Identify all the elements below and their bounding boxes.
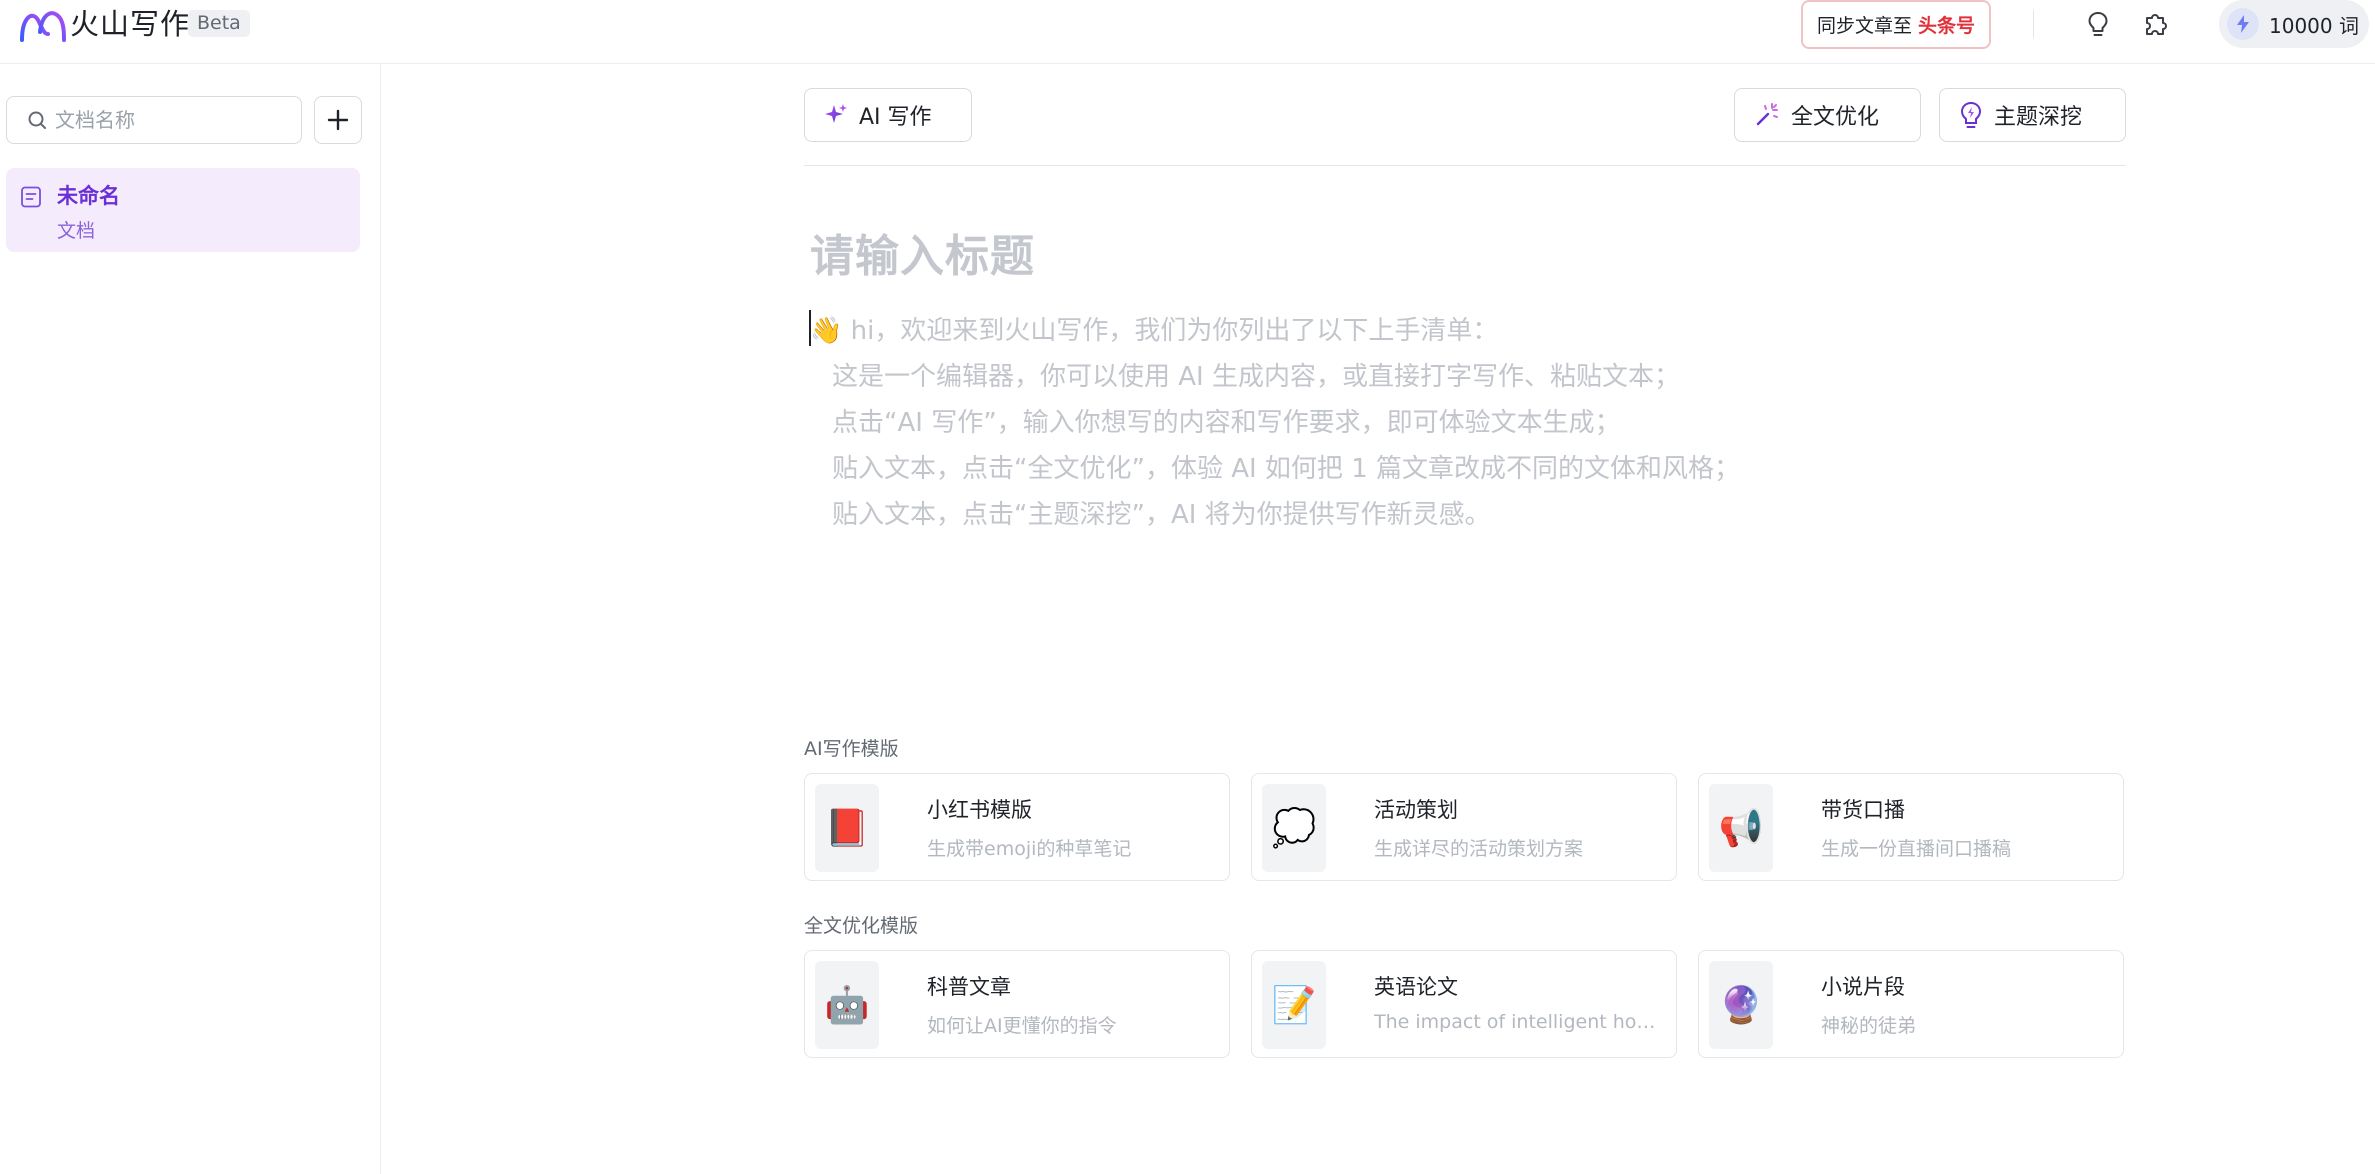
sync-to-toutiao-button[interactable]: 同步文章至 头条号 (1801, 0, 1991, 49)
editor-divider (804, 165, 2126, 166)
topic-dive-button[interactable]: 主题深挖 (1939, 88, 2126, 142)
lightning-icon (2227, 8, 2259, 40)
plus-icon (327, 109, 349, 131)
search-icon (28, 111, 46, 129)
doc-search-box[interactable] (6, 96, 302, 144)
optimize-template-section-label: 全文优化模版 (804, 915, 919, 937)
sync-prefix-label: 同步文章至 (1816, 15, 1912, 37)
doc-list-item[interactable]: 未命名 文档 (6, 168, 360, 252)
template-desc: 如何让AI更懂你的指令 (927, 1015, 1117, 1037)
ai-write-button[interactable]: AI 写作 (804, 88, 972, 142)
memo-icon: 📝 (1262, 961, 1326, 1049)
intro-greeting-text: hi，欢迎来到火山写作，我们为你列出了以下上手清单： (842, 316, 1499, 346)
megaphone-icon: 📢 (1709, 784, 1773, 872)
red-book-icon: 📕 (815, 784, 879, 872)
topic-dive-label: 主题深挖 (1994, 105, 2083, 130)
template-desc: 生成详尽的活动策划方案 (1374, 838, 1584, 860)
volcano-logo-icon (20, 11, 66, 42)
template-title: 活动策划 (1374, 798, 1458, 822)
template-card-novel-excerpt[interactable]: 🔮 小说片段 神秘的徒弟 (1698, 950, 2124, 1058)
full-optimize-label: 全文优化 (1791, 105, 1880, 130)
robot-icon: 🤖 (815, 961, 879, 1049)
sparkle-icon (825, 104, 847, 123)
intro-greeting[interactable]: 👋 hi，欢迎来到火山写作，我们为你列出了以下上手清单： (810, 310, 1498, 347)
ai-write-label: AI 写作 (859, 105, 932, 130)
doc-search-input[interactable] (55, 108, 285, 132)
header-divider (2033, 10, 2034, 38)
document-icon (21, 186, 41, 208)
crystal-ball-icon: 🔮 (1709, 961, 1773, 1049)
intro-item[interactable]: 这是一个编辑器，你可以使用 AI 生成内容，或直接打字写作、粘贴文本； (832, 356, 1680, 393)
full-optimize-button[interactable]: 全文优化 (1734, 88, 1921, 142)
doc-title: 未命名 (57, 184, 120, 208)
intro-item[interactable]: 贴入文本，点击“全文优化”，体验 AI 如何把 1 篇文章改成不同的文体和风格； (832, 448, 1740, 485)
doc-subtitle: 文档 (57, 220, 96, 242)
template-desc: 生成一份直播间口播稿 (1821, 838, 2012, 860)
intro-item[interactable]: 点击“AI 写作”，输入你想写的内容和写作要求，即可体验文本生成； (832, 402, 1621, 439)
sidebar: 未命名 文档 (0, 64, 381, 1174)
lightbulb-icon (2088, 12, 2108, 36)
wave-hand-icon: 👋 (810, 316, 843, 346)
bulb-spark-icon (1960, 101, 1982, 128)
thought-bubble-icon: 💭 (1262, 784, 1326, 872)
plugin-button[interactable] (2138, 6, 2174, 42)
magic-wand-icon (1756, 103, 1778, 126)
top-bar: 火山写作 Beta 同步文章至 头条号 10000 词 (0, 0, 2375, 64)
title-placeholder[interactable]: 请输入标题 (810, 220, 1035, 284)
template-card-english-paper[interactable]: 📝 英语论文 The impact of intelligent househo… (1251, 950, 1677, 1058)
template-title: 英语论文 (1374, 975, 1458, 999)
lightbulb-button[interactable] (2080, 6, 2116, 42)
toutiao-label: 头条号 (1918, 15, 1976, 37)
template-title: 小红书模版 (927, 798, 1032, 822)
intro-item[interactable]: 贴入文本，点击“主题深挖”，AI 将为你提供写作新灵感。 (832, 494, 1491, 531)
template-desc: 生成带emoji的种草笔记 (927, 838, 1132, 860)
template-card-event-plan[interactable]: 💭 活动策划 生成详尽的活动策划方案 (1251, 773, 1677, 881)
credits-count: 10000 词 (2269, 13, 2359, 38)
word-credits[interactable]: 10000 词 (2219, 0, 2369, 48)
ai-template-section-label: AI写作模版 (804, 738, 899, 760)
template-title: 小说片段 (1821, 975, 1905, 999)
template-desc: The impact of intelligent household appl… (1374, 1011, 1664, 1033)
beta-badge: Beta (188, 10, 250, 37)
brand-name: 火山写作 (70, 7, 191, 41)
template-card-live-sales[interactable]: 📢 带货口播 生成一份直播间口播稿 (1698, 773, 2124, 881)
new-doc-button[interactable] (314, 96, 362, 144)
template-desc: 神秘的徒弟 (1821, 1015, 1917, 1037)
template-card-popular-science[interactable]: 🤖 科普文章 如何让AI更懂你的指令 (804, 950, 1230, 1058)
puzzle-icon (2146, 14, 2167, 35)
template-title: 科普文章 (927, 975, 1011, 999)
template-card-xiaohongshu[interactable]: 📕 小红书模版 生成带emoji的种草笔记 (804, 773, 1230, 881)
template-title: 带货口播 (1821, 798, 1905, 822)
